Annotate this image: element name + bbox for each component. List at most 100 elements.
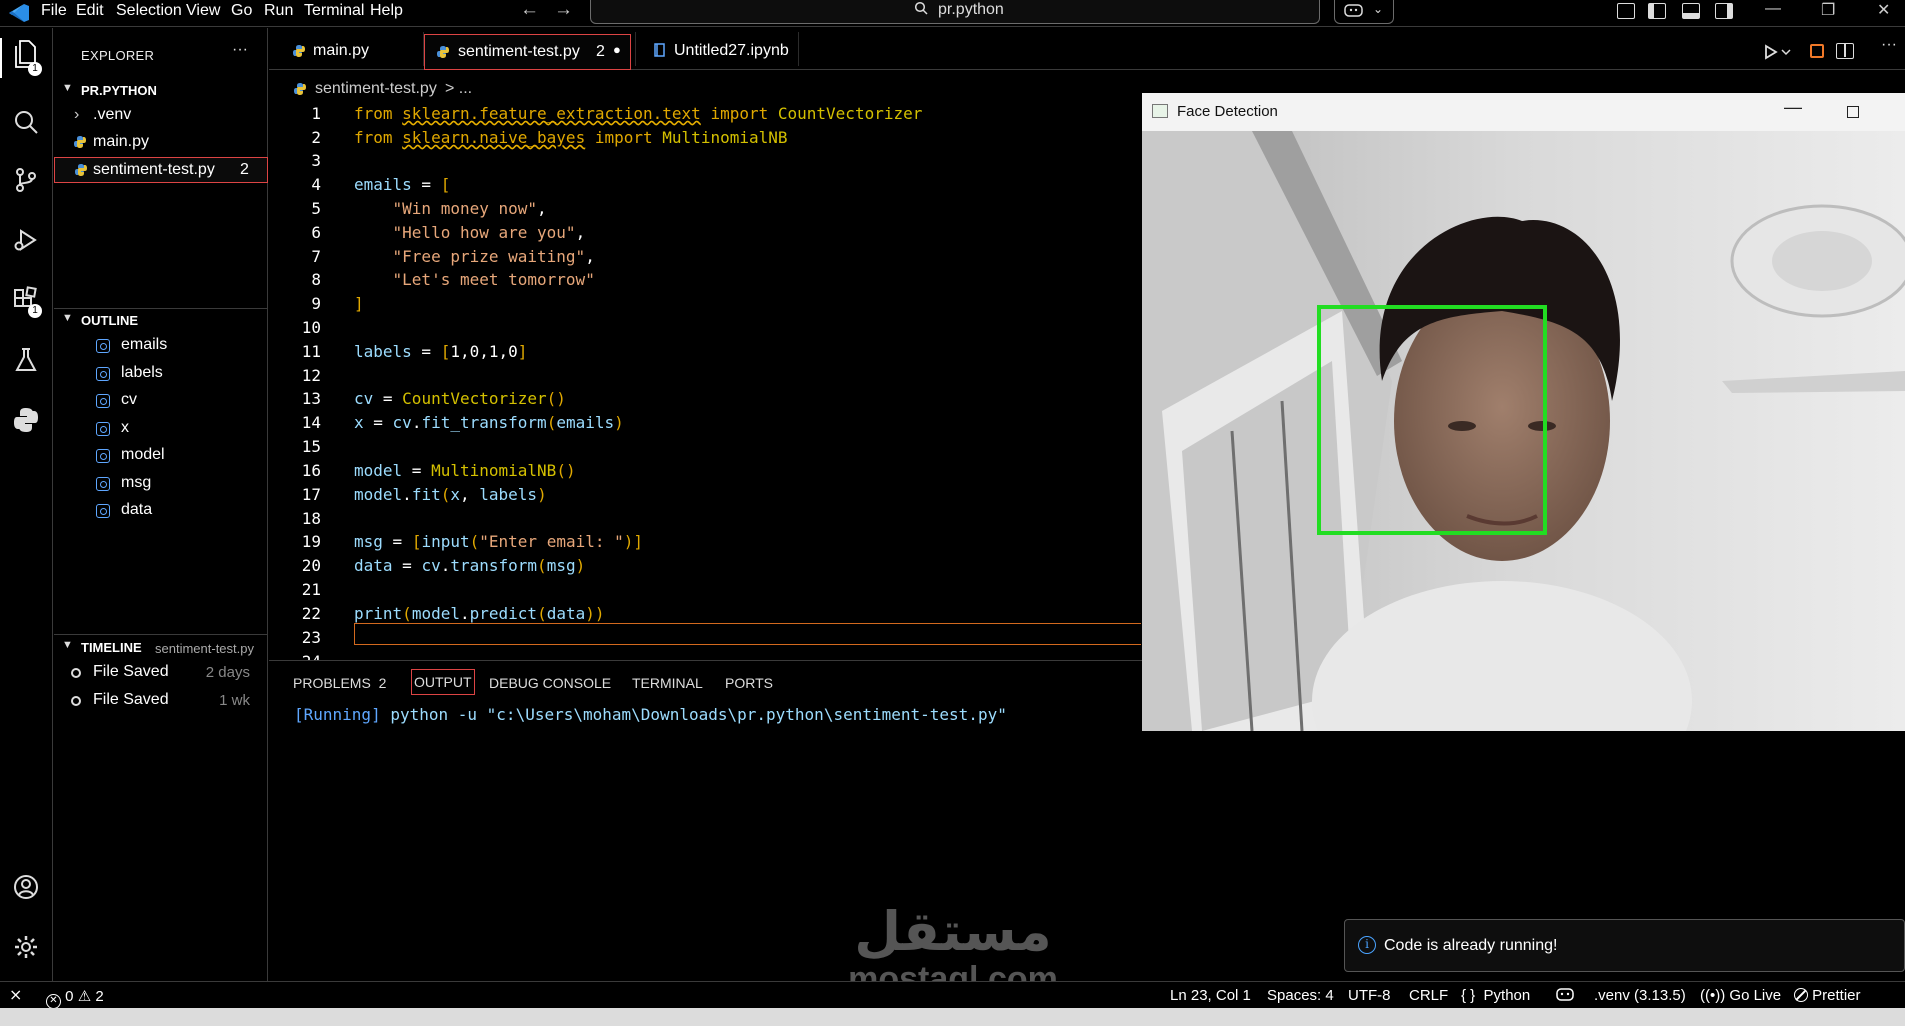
- copilot-status-icon[interactable]: [1556, 987, 1574, 1003]
- panel-tab-debug-console[interactable]: DEBUG CONSOLE: [489, 675, 611, 691]
- face-window-maximize-button[interactable]: [1847, 106, 1859, 118]
- remote-indicator-icon[interactable]: ⨯: [9, 985, 22, 1005]
- outline-item-data[interactable]: data: [54, 498, 268, 524]
- panel-tab-problems[interactable]: PROBLEMS 2: [293, 675, 386, 691]
- tab-main-py[interactable]: main.py: [275, 34, 423, 70]
- forward-arrow-icon[interactable]: →: [554, 0, 573, 21]
- chevron-down-icon: ▼: [62, 312, 73, 324]
- explorer-activity[interactable]: 1: [0, 38, 53, 78]
- window-close-button[interactable]: ✕: [1877, 0, 1890, 20]
- source-control-icon[interactable]: [12, 166, 40, 194]
- code-line: emails = [: [354, 175, 451, 194]
- extensions-activity[interactable]: 1: [12, 286, 42, 318]
- go-live-label: Go Live: [1729, 987, 1782, 1004]
- menu-edit[interactable]: Edit: [76, 2, 104, 20]
- outline-header[interactable]: ▼ OUTLINE: [54, 310, 268, 332]
- problems-status[interactable]: ✕ 0 ⚠ 2: [46, 987, 104, 1009]
- explorer-sidebar: EXPLORER ··· ▼ PR.PYTHON › .venv main.py…: [54, 28, 268, 981]
- code-editor[interactable]: 123456789101112131415161718192021222324 …: [269, 102, 1141, 660]
- timeline-header[interactable]: ▼ TIMELINE sentiment-test.py: [54, 637, 268, 659]
- line-number: 1: [311, 104, 321, 123]
- editor-more-icon[interactable]: ···: [1881, 36, 1897, 54]
- line-endings[interactable]: CRLF: [1409, 987, 1448, 1004]
- tab-sentiment-test-py[interactable]: sentiment-test.py 2 ●: [424, 34, 631, 70]
- folder-header[interactable]: ▼ PR.PYTHON: [54, 80, 268, 102]
- line-number: 9: [311, 294, 321, 313]
- python-file-icon: [75, 164, 87, 176]
- face-window-titlebar[interactable]: Face Detection —: [1142, 93, 1905, 131]
- line-number: 16: [301, 461, 321, 480]
- menu-terminal[interactable]: Terminal: [304, 2, 364, 20]
- outline-item-msg[interactable]: msg: [54, 471, 268, 497]
- outline-title: OUTLINE: [81, 313, 139, 328]
- warning-count: 2: [95, 988, 104, 1005]
- file-encoding[interactable]: UTF-8: [1348, 987, 1391, 1004]
- tree-item-label: sentiment-test.py: [93, 161, 215, 178]
- stop-icon[interactable]: [1810, 44, 1824, 58]
- tree-item-venv[interactable]: › .venv: [54, 103, 268, 129]
- tab-label: Untitled27.ipynb: [674, 42, 789, 59]
- toggle-secondary-sidebar-icon[interactable]: [1715, 3, 1733, 19]
- run-debug-icon[interactable]: [12, 226, 40, 254]
- outline-label: labels: [121, 364, 163, 381]
- menu-selection[interactable]: Selection: [116, 2, 182, 20]
- outline-item-emails[interactable]: emails: [54, 333, 268, 359]
- line-number: 2: [311, 128, 321, 147]
- indentation[interactable]: Spaces: 4: [1267, 987, 1334, 1004]
- cursor-position[interactable]: Ln 23, Col 1: [1170, 987, 1251, 1004]
- breadcrumb-symbols[interactable]: > ...: [445, 80, 472, 98]
- face-detection-window[interactable]: Face Detection —: [1142, 93, 1905, 731]
- settings-gear-icon[interactable]: [12, 933, 40, 961]
- menu-go[interactable]: Go: [231, 2, 252, 20]
- code-line: ]: [354, 294, 364, 313]
- window-minimize-button[interactable]: —: [1765, 0, 1781, 18]
- menu-run[interactable]: Run: [264, 2, 293, 20]
- unsaved-dot-icon[interactable]: ●: [613, 42, 621, 57]
- tree-item-sentiment-test-py[interactable]: sentiment-test.py 2: [54, 157, 268, 183]
- panel-tab-ports[interactable]: PORTS: [725, 675, 773, 691]
- code-line: print(model.predict(data)): [354, 604, 605, 623]
- panel-tab-output[interactable]: OUTPUT: [411, 669, 475, 695]
- notification-toast[interactable]: i Code is already running!: [1344, 919, 1905, 972]
- vscode-logo-icon[interactable]: [8, 3, 30, 23]
- go-live-button[interactable]: ((•)) Go Live: [1700, 987, 1781, 1004]
- breadcrumb-file[interactable]: sentiment-test.py: [315, 80, 437, 98]
- run-python-file-icon[interactable]: [1764, 44, 1794, 60]
- output-command: python -u "c:\Users\moham\Downloads\pr.p…: [380, 705, 1007, 724]
- panel-tab-terminal[interactable]: TERMINAL: [632, 675, 703, 691]
- menu-file[interactable]: File: [41, 2, 67, 20]
- split-editor-icon[interactable]: [1836, 43, 1854, 59]
- window-restore-button[interactable]: ❐: [1821, 0, 1835, 20]
- face-window-minimize-button[interactable]: —: [1784, 97, 1802, 118]
- search-icon[interactable]: [12, 108, 40, 136]
- toggle-panel-icon[interactable]: [1682, 3, 1700, 19]
- outline-item-labels[interactable]: labels: [54, 361, 268, 387]
- testing-flask-icon[interactable]: [12, 346, 40, 374]
- variable-icon: [96, 504, 110, 518]
- outline-item-x[interactable]: x: [54, 416, 268, 442]
- menu-help[interactable]: Help: [370, 2, 403, 20]
- customize-layout-icon[interactable]: [1617, 3, 1635, 19]
- more-actions-icon[interactable]: ···: [232, 41, 248, 59]
- back-arrow-icon[interactable]: ←: [520, 0, 539, 21]
- section-divider: [54, 308, 268, 309]
- language-mode[interactable]: { } Python: [1461, 987, 1530, 1004]
- toggle-sidebar-icon[interactable]: [1648, 3, 1666, 19]
- menu-view[interactable]: View: [186, 2, 220, 20]
- copilot-button[interactable]: ⌄: [1334, 0, 1394, 24]
- timeline-entry[interactable]: File Saved 1 wk: [54, 688, 268, 714]
- timeline-entry[interactable]: File Saved 2 days: [54, 660, 268, 686]
- tree-item-main-py[interactable]: main.py: [54, 130, 268, 156]
- python-icon[interactable]: [12, 406, 40, 434]
- outline-item-cv[interactable]: cv: [54, 388, 268, 414]
- command-center-search[interactable]: pr.python: [590, 0, 1320, 24]
- account-icon[interactable]: [12, 873, 40, 901]
- python-interpreter[interactable]: .venv (3.13.5): [1594, 987, 1686, 1004]
- editor-tabs: main.py sentiment-test.py 2 ● Untitled27…: [269, 28, 1905, 70]
- tab-untitled27-ipynb[interactable]: Untitled27.ipynb: [636, 34, 798, 70]
- outline-item-model[interactable]: model: [54, 443, 268, 469]
- info-icon: i: [1358, 936, 1376, 954]
- face-window-title: Face Detection: [1177, 103, 1278, 120]
- prettier-status[interactable]: Prettier: [1794, 987, 1861, 1004]
- line-number: 17: [301, 485, 321, 504]
